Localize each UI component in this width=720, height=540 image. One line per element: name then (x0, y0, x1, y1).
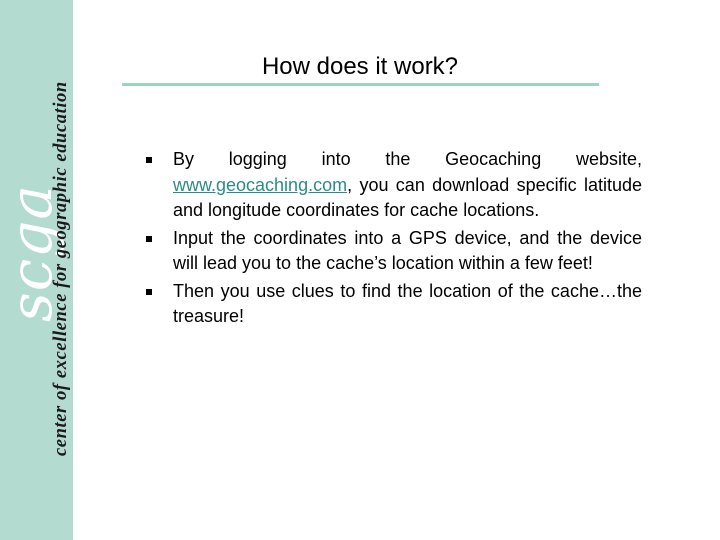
tagline: center of excellence for geographic educ… (51, 81, 71, 456)
geocaching-link[interactable]: www.geocaching.com (173, 175, 347, 195)
square-bullet-icon (146, 157, 152, 163)
square-bullet-icon (146, 235, 152, 242)
bullet-item: Then you use clues to find the location … (146, 279, 642, 330)
bullet-list: By logging into the Geocaching website, … (146, 147, 642, 332)
bullet-item: Input the coordinates into a GPS device,… (146, 226, 642, 277)
sidebar: scga center of excellence for geographic… (0, 0, 73, 540)
square-bullet-icon (146, 288, 152, 295)
bullet-text: By logging into the Geocaching website, (173, 149, 642, 169)
bullet-text: Input the coordinates into a GPS device,… (173, 227, 642, 274)
bullet-item: By logging into the Geocaching website, … (146, 147, 642, 224)
brand-logo: scga center of excellence for geographic… (0, 0, 73, 540)
slide-title: How does it work? (261, 53, 459, 80)
bullet-text: Then you use clues to find the location … (173, 280, 642, 327)
title-divider (122, 83, 599, 86)
